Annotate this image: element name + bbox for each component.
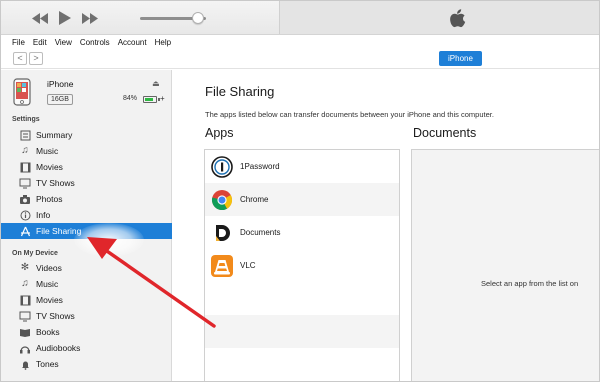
sidebar-item-label: Audiobooks <box>36 343 81 353</box>
menu-controls[interactable]: Controls <box>80 38 110 47</box>
file-sharing-pane: File Sharing The apps listed below can t… <box>173 70 599 381</box>
onepassword-icon <box>211 155 233 178</box>
app-name: Documents <box>240 228 281 237</box>
sidebar-item-label: Videos <box>36 263 62 273</box>
sidebar-item-label: Summary <box>36 130 73 140</box>
chrome-icon <box>211 189 233 210</box>
app-name: Chrome <box>240 195 269 204</box>
sidebar-item-device-tv-shows[interactable]: TV Shows <box>1 308 172 324</box>
rewind-icon[interactable] <box>31 10 49 26</box>
battery-icon <box>143 96 157 103</box>
back-button[interactable]: < <box>13 52 27 65</box>
apps-header: Apps <box>205 126 234 140</box>
device-name: iPhone <box>47 79 74 89</box>
documents-list: Select an app from the list on <box>411 149 599 381</box>
sidebar-item-label: Books <box>36 327 60 337</box>
sidebar-item-tv-shows[interactable]: TV Shows <box>1 175 172 191</box>
eject-icon[interactable]: ⏏ <box>152 79 160 88</box>
audiobook-icon <box>19 342 31 354</box>
sidebar-item-movies[interactable]: Movies <box>1 159 172 175</box>
bell-icon <box>19 358 31 370</box>
on-my-device-header: On My Device <box>12 250 58 257</box>
summary-icon <box>19 129 31 141</box>
fast-forward-icon[interactable] <box>81 10 99 26</box>
menu-file[interactable]: File <box>12 38 25 47</box>
tv-icon <box>19 310 31 322</box>
sidebar-item-label: Music <box>36 279 59 289</box>
apps-list: 1Password Chrome Documents VLC <box>204 149 400 381</box>
apple-logo-icon <box>450 9 466 28</box>
menu-edit[interactable]: Edit <box>33 38 47 47</box>
status-display <box>279 1 599 34</box>
menu-help[interactable]: Help <box>155 38 171 47</box>
sidebar-item-label: Photos <box>36 194 63 204</box>
list-item-documents[interactable]: Documents <box>205 216 399 249</box>
annotation-highlight <box>74 223 144 257</box>
app-name: 1Password <box>240 162 280 171</box>
info-icon <box>19 209 31 221</box>
navigation-bar: < > iPhone <box>1 49 599 69</box>
sidebar-item-label: Info <box>36 210 51 220</box>
menu-bar: File Edit View Controls Account Help <box>1 35 599 49</box>
documents-icon <box>212 222 232 243</box>
capacity-badge: 16GB <box>47 94 73 105</box>
sidebar-item-device-movies[interactable]: Movies <box>1 292 172 308</box>
sidebar-item-books[interactable]: Books <box>1 324 172 340</box>
sidebar-item-summary[interactable]: Summary <box>1 127 172 143</box>
charging-icon: + <box>160 94 165 103</box>
gear-icon: ✻ <box>20 262 30 273</box>
play-icon[interactable] <box>57 10 73 26</box>
film-icon <box>19 294 31 306</box>
music-note-icon: ♫ <box>21 278 29 289</box>
vlc-icon <box>211 254 233 277</box>
volume-slider-knob[interactable] <box>192 12 205 24</box>
forward-button[interactable]: > <box>29 52 43 65</box>
sidebar-item-label: Movies <box>36 162 63 172</box>
camera-icon <box>19 193 31 205</box>
battery-level <box>145 98 154 101</box>
sidebar-item-music[interactable]: ♫ Music <box>1 143 172 159</box>
documents-empty-message: Select an app from the list on <box>481 279 579 288</box>
sidebar-item-label: TV Shows <box>36 311 75 321</box>
app-name: VLC <box>240 261 256 270</box>
app-store-icon <box>19 225 31 237</box>
list-item-chrome[interactable]: Chrome <box>205 183 399 216</box>
list-item-vlc[interactable]: VLC <box>205 249 399 282</box>
sidebar-item-info[interactable]: Info <box>1 207 172 223</box>
sidebar-item-label: Movies <box>36 295 63 305</box>
menu-view[interactable]: View <box>55 38 72 47</box>
sidebar-item-videos[interactable]: ✻ Videos <box>1 260 172 276</box>
sidebar-item-device-music[interactable]: ♫ Music <box>1 276 172 292</box>
battery-percentage: 84% <box>123 95 138 102</box>
device-button[interactable]: iPhone <box>439 51 482 66</box>
sidebar-item-audiobooks[interactable]: Audiobooks <box>1 340 172 356</box>
list-item-1password[interactable]: 1Password <box>205 150 399 183</box>
documents-header: Documents <box>413 126 477 140</box>
music-note-icon: ♫ <box>21 145 29 156</box>
tv-icon <box>19 177 31 189</box>
film-icon <box>19 161 31 173</box>
settings-header: Settings <box>12 116 40 123</box>
menu-account[interactable]: Account <box>118 38 147 47</box>
sidebar-item-label: TV Shows <box>36 178 75 188</box>
page-title: File Sharing <box>205 84 275 99</box>
itunes-window: File Edit View Controls Account Help < >… <box>0 0 600 382</box>
list-item-empty <box>205 315 399 348</box>
iphone-device-icon <box>13 78 31 106</box>
book-icon <box>19 326 31 338</box>
sidebar-item-tones[interactable]: Tones <box>1 356 172 372</box>
page-description: The apps listed below can transfer docum… <box>205 110 494 119</box>
sidebar-item-label: Tones <box>36 359 59 369</box>
player-bar <box>1 1 599 35</box>
sidebar-item-label: Music <box>36 146 59 156</box>
sidebar-item-photos[interactable]: Photos <box>1 191 172 207</box>
